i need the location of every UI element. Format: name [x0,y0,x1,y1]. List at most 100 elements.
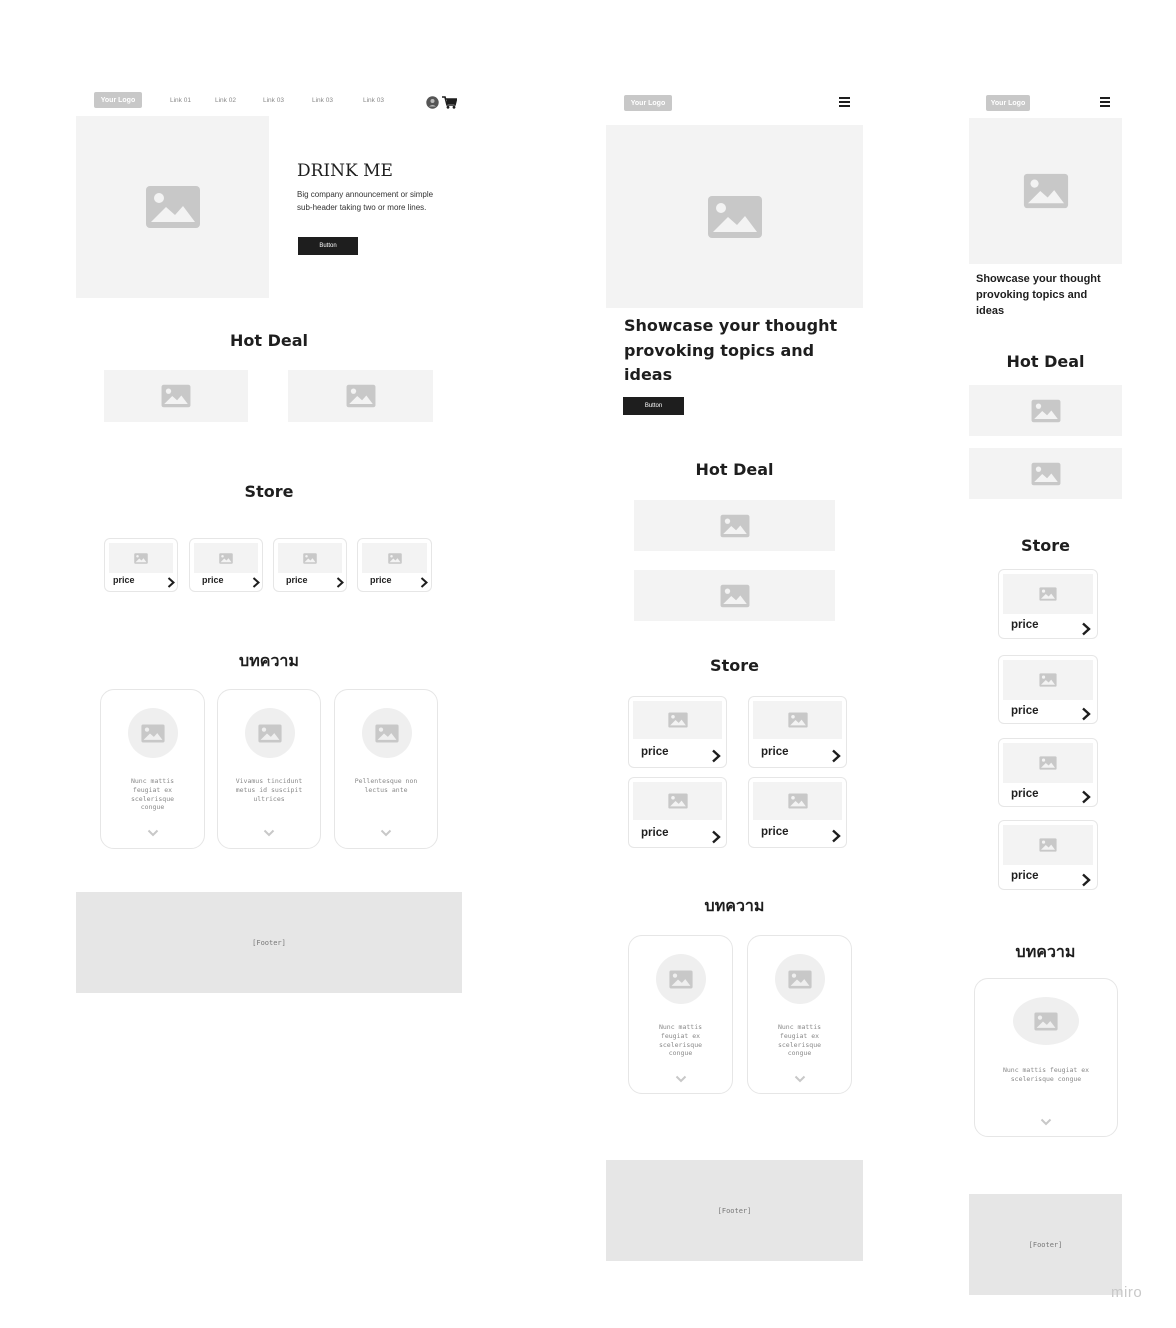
chevron-right-icon[interactable] [711,830,721,844]
chevron-right-icon[interactable] [1081,622,1091,636]
chevron-right-icon[interactable] [711,749,721,763]
hamburger-menu-icon[interactable] [839,97,850,107]
desktop-article-card-3[interactable]: Pellentesque non lectus ante [334,689,438,849]
chevron-right-icon[interactable] [1081,790,1091,804]
mobile-hot-deal-1[interactable] [969,385,1122,436]
image-placeholder-icon [787,712,808,728]
mobile-hot-deal-2[interactable] [969,448,1122,499]
price-label: price [1011,788,1039,800]
image-placeholder-icon [720,514,749,537]
image-placeholder-icon [219,552,233,564]
tablet-store-card-3[interactable]: price [628,777,727,848]
article-text: Pellentesque non lectus ante [354,777,418,794]
price-label: price [1011,870,1039,882]
mobile-store-heading: Store [1021,536,1070,555]
chevron-down-icon[interactable] [147,829,159,837]
chevron-down-icon[interactable] [380,829,392,837]
mobile-store-card-3[interactable]: price [998,738,1098,807]
image-placeholder-icon [141,724,165,742]
tablet-article-card-1[interactable]: Nunc mattis feugiat ex scelerisque congu… [628,935,733,1094]
desktop-article-card-1[interactable]: Nunc mattis feugiat ex scelerisque congu… [100,689,205,849]
desktop-articles-heading: บทความ [239,651,299,670]
image-placeholder-icon [1031,399,1060,422]
tablet-article-card-2[interactable]: Nunc mattis feugiat ex scelerisque congu… [747,935,852,1094]
mobile-articles-heading: บทความ [1015,942,1076,961]
tablet-footer: [Footer] [606,1160,863,1261]
image-placeholder-icon [669,970,693,988]
desktop-hot-deal-1[interactable] [104,370,248,422]
tablet-store-card-2[interactable]: price [748,696,847,768]
desktop-footer: [Footer] [76,892,462,993]
image-placeholder-icon [667,793,688,809]
price-label: price [113,575,135,585]
desktop-store-card-1[interactable]: price [104,538,178,592]
image-placeholder-icon [1031,462,1060,485]
desktop-nav-link-5[interactable]: Link 03 [363,97,384,104]
image-placeholder-icon [134,552,148,564]
image-placeholder-icon [258,724,282,742]
chevron-right-icon[interactable] [167,577,175,588]
image-placeholder-icon [387,552,402,564]
price-label: price [641,827,669,839]
desktop-nav-link-1[interactable]: Link 01 [170,97,191,104]
price-label: price [1011,619,1039,631]
desktop-nav-link-3[interactable]: Link 03 [263,97,284,104]
tablet-hot-deal-2[interactable] [634,570,835,621]
mobile-hot-deal-heading: Hot Deal [1006,352,1085,371]
image-placeholder-icon [145,186,200,228]
chevron-right-icon[interactable] [252,577,260,588]
tablet-hero-button[interactable]: Button [623,397,684,415]
article-text: Vivamus tincidunt metus id suscipit ultr… [235,777,303,803]
tablet-store-card-1[interactable]: price [628,696,727,768]
image-placeholder-icon [1039,838,1057,852]
desktop-hot-deal-heading: Hot Deal [229,331,308,350]
desktop-nav-link-2[interactable]: Link 02 [215,97,236,104]
image-placeholder-icon [1039,673,1057,687]
shopping-cart-icon[interactable] [442,94,458,109]
desktop-store-card-2[interactable]: price [189,538,263,592]
image-placeholder-icon [161,384,191,408]
image-placeholder-icon [707,195,762,238]
miro-watermark: miro [1111,1284,1143,1301]
mobile-logo[interactable]: Your Logo [986,95,1030,111]
desktop-store-card-4[interactable]: price [357,538,432,592]
article-text: Nunc mattis feugiat ex scelerisque congu… [658,1023,703,1058]
desktop-logo[interactable]: Your Logo [94,92,142,108]
chevron-down-icon[interactable] [1040,1118,1052,1126]
image-placeholder-icon [375,724,399,742]
chevron-right-icon[interactable] [336,577,344,588]
tablet-store-card-4[interactable]: price [748,777,847,848]
image-placeholder-icon [303,552,317,564]
hamburger-menu-icon[interactable] [1100,97,1110,107]
user-circle-icon[interactable] [426,94,439,109]
price-label: price [641,746,669,758]
image-placeholder-icon [787,793,808,809]
desktop-article-card-2[interactable]: Vivamus tincidunt metus id suscipit ultr… [217,689,321,849]
chevron-right-icon[interactable] [1081,707,1091,721]
mobile-store-card-4[interactable]: price [998,820,1098,890]
mobile-showcase-text: Showcase your thought provoking topics a… [976,273,1101,317]
chevron-right-icon[interactable] [1081,873,1091,887]
mobile-store-card-1[interactable]: price [998,569,1098,639]
mobile-footer: [Footer] [969,1194,1122,1295]
chevron-right-icon[interactable] [420,577,428,588]
desktop-hot-deal-2[interactable] [288,370,433,422]
tablet-logo[interactable]: Your Logo [624,95,672,111]
hero-button[interactable]: Button [298,237,358,255]
chevron-right-icon[interactable] [831,829,841,843]
mobile-store-card-2[interactable]: price [998,655,1098,724]
article-text: Nunc mattis feugiat ex scelerisque congu… [1002,1066,1090,1083]
chevron-down-icon[interactable] [794,1075,806,1083]
article-text: Nunc mattis feugiat ex scelerisque congu… [777,1023,822,1058]
image-placeholder-icon [1034,1012,1058,1030]
tablet-store-heading: Store [710,656,759,675]
image-placeholder-icon [1023,173,1068,209]
desktop-nav-link-4[interactable]: Link 03 [312,97,333,104]
mobile-article-card-1[interactable]: Nunc mattis feugiat ex scelerisque congu… [974,978,1118,1137]
image-placeholder-icon [1039,587,1057,601]
chevron-down-icon[interactable] [263,829,275,837]
tablet-hot-deal-1[interactable] [634,500,835,551]
chevron-down-icon[interactable] [675,1075,687,1083]
chevron-right-icon[interactable] [831,749,841,763]
desktop-store-card-3[interactable]: price [273,538,347,592]
